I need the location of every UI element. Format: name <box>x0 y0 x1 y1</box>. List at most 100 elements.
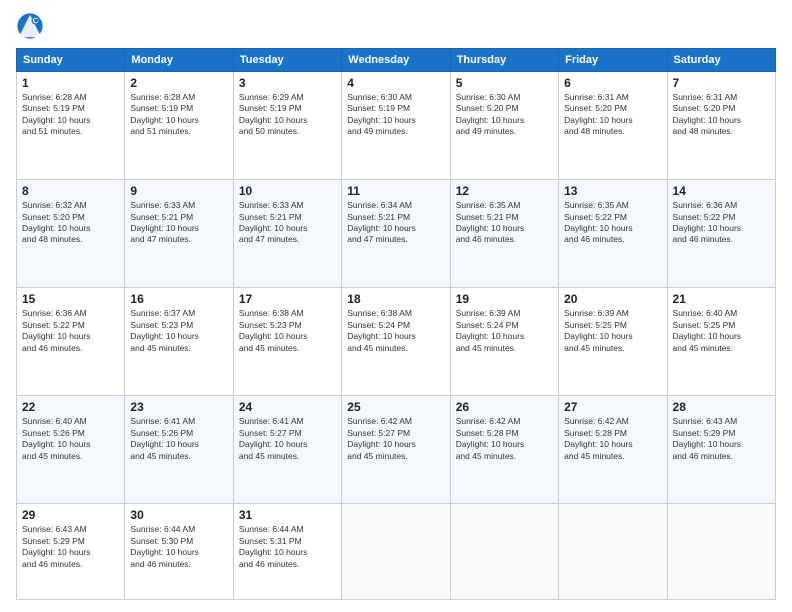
day-info: Sunrise: 6:42 AMSunset: 5:28 PMDaylight:… <box>564 416 661 462</box>
table-row: 21Sunrise: 6:40 AMSunset: 5:25 PMDayligh… <box>667 288 775 396</box>
day-info: Sunrise: 6:41 AMSunset: 5:26 PMDaylight:… <box>130 416 227 462</box>
table-row: 4Sunrise: 6:30 AMSunset: 5:19 PMDaylight… <box>342 72 450 180</box>
col-tuesday: Tuesday <box>233 49 341 72</box>
day-number: 10 <box>239 184 336 198</box>
table-row: 30Sunrise: 6:44 AMSunset: 5:30 PMDayligh… <box>125 504 233 600</box>
day-number: 5 <box>456 76 553 90</box>
table-row: 28 Sunrise: 6:43 AMSunset: 5:29 PMDayligh… <box>667 396 775 504</box>
table-row: 9 Sunrise: 6:33 AMSunset: 5:21 PMDaylight… <box>125 180 233 288</box>
calendar-table: Sunday Monday Tuesday Wednesday Thursday… <box>16 48 776 600</box>
table-row: 5 Sunrise: 6:30 AMSunset: 5:20 PMDaylight… <box>450 72 558 180</box>
day-number: 23 <box>130 400 227 414</box>
day-info: Sunrise: 6:33 AMSunset: 5:21 PMDaylight:… <box>130 200 227 246</box>
day-number: 14 <box>673 184 770 198</box>
day-info: Sunrise: 6:42 AMSunset: 5:28 PMDaylight:… <box>456 416 553 462</box>
table-row: 20 Sunrise: 6:39 AMSunset: 5:25 PMDayligh… <box>559 288 667 396</box>
day-number: 31 <box>239 508 336 522</box>
day-number: 6 <box>564 76 661 90</box>
day-info: Sunrise: 6:28 AMSunset: 5:19 PMDaylight:… <box>130 92 227 138</box>
logo <box>16 12 48 40</box>
day-info: Sunrise: 6:31 AMSunset: 5:20 PMDaylight:… <box>564 92 661 138</box>
day-info: Sunrise: 6:29 AMSunset: 5:19 PMDaylight:… <box>239 92 336 138</box>
calendar-page: Sunday Monday Tuesday Wednesday Thursday… <box>0 0 792 612</box>
day-info: Sunrise: 6:39 AMSunset: 5:25 PMDaylight:… <box>564 308 661 354</box>
day-number: 24 <box>239 400 336 414</box>
table-row: 6 Sunrise: 6:31 AMSunset: 5:20 PMDaylight… <box>559 72 667 180</box>
table-row: 13 Sunrise: 6:35 AMSunset: 5:22 PMDayligh… <box>559 180 667 288</box>
day-number: 8 <box>22 184 119 198</box>
day-number: 28 <box>673 400 770 414</box>
table-row: 27 Sunrise: 6:42 AMSunset: 5:28 PMDayligh… <box>559 396 667 504</box>
day-number: 18 <box>347 292 444 306</box>
col-saturday: Saturday <box>667 49 775 72</box>
day-info: Sunrise: 6:41 AMSunset: 5:27 PMDaylight:… <box>239 416 336 462</box>
table-row: 17 Sunrise: 6:38 AMSunset: 5:23 PMDayligh… <box>233 288 341 396</box>
day-info: Sunrise: 6:28 AMSunset: 5:19 PMDaylight:… <box>22 92 119 138</box>
day-number: 7 <box>673 76 770 90</box>
table-row: 3 Sunrise: 6:29 AMSunset: 5:19 PMDaylight… <box>233 72 341 180</box>
table-row: 10 Sunrise: 6:33 AMSunset: 5:21 PMDayligh… <box>233 180 341 288</box>
day-info: Sunrise: 6:44 AMSunset: 5:30 PMDaylight:… <box>130 524 227 570</box>
table-row <box>342 504 450 600</box>
day-number: 3 <box>239 76 336 90</box>
day-number: 1 <box>22 76 119 90</box>
table-row: 23 Sunrise: 6:41 AMSunset: 5:26 PMDayligh… <box>125 396 233 504</box>
table-row: 16Sunrise: 6:37 AMSunset: 5:23 PMDayligh… <box>125 288 233 396</box>
day-info: Sunrise: 6:31 AMSunset: 5:20 PMDaylight:… <box>673 92 770 138</box>
day-info: Sunrise: 6:36 AMSunset: 5:22 PMDaylight:… <box>673 200 770 246</box>
day-number: 9 <box>130 184 227 198</box>
table-row: 14 Sunrise: 6:36 AMSunset: 5:22 PMDayligh… <box>667 180 775 288</box>
day-info: Sunrise: 6:30 AMSunset: 5:20 PMDaylight:… <box>456 92 553 138</box>
table-row: 31 Sunrise: 6:44 AMSunset: 5:31 PMDayligh… <box>233 504 341 600</box>
day-number: 19 <box>456 292 553 306</box>
day-number: 12 <box>456 184 553 198</box>
day-info: Sunrise: 6:34 AMSunset: 5:21 PMDaylight:… <box>347 200 444 246</box>
col-sunday: Sunday <box>17 49 125 72</box>
day-number: 11 <box>347 184 444 198</box>
day-number: 25 <box>347 400 444 414</box>
table-row: 29 Sunrise: 6:43 AMSunset: 5:29 PMDayligh… <box>17 504 125 600</box>
logo-icon <box>16 12 44 40</box>
day-info: Sunrise: 6:36 AMSunset: 5:22 PMDaylight:… <box>22 308 119 354</box>
table-row: 7 Sunrise: 6:31 AMSunset: 5:20 PMDaylight… <box>667 72 775 180</box>
table-row <box>559 504 667 600</box>
day-number: 27 <box>564 400 661 414</box>
day-info: Sunrise: 6:33 AMSunset: 5:21 PMDaylight:… <box>239 200 336 246</box>
day-info: Sunrise: 6:43 AMSunset: 5:29 PMDaylight:… <box>673 416 770 462</box>
col-monday: Monday <box>125 49 233 72</box>
table-row: 15 Sunrise: 6:36 AMSunset: 5:22 PMDayligh… <box>17 288 125 396</box>
page-header <box>16 12 776 40</box>
calendar-header-row: Sunday Monday Tuesday Wednesday Thursday… <box>17 49 776 72</box>
day-info: Sunrise: 6:35 AMSunset: 5:22 PMDaylight:… <box>564 200 661 246</box>
day-number: 13 <box>564 184 661 198</box>
day-info: Sunrise: 6:32 AMSunset: 5:20 PMDaylight:… <box>22 200 119 246</box>
day-info: Sunrise: 6:39 AMSunset: 5:24 PMDaylight:… <box>456 308 553 354</box>
col-friday: Friday <box>559 49 667 72</box>
day-info: Sunrise: 6:42 AMSunset: 5:27 PMDaylight:… <box>347 416 444 462</box>
table-row: 11 Sunrise: 6:34 AMSunset: 5:21 PMDayligh… <box>342 180 450 288</box>
day-info: Sunrise: 6:40 AMSunset: 5:26 PMDaylight:… <box>22 416 119 462</box>
day-info: Sunrise: 6:30 AMSunset: 5:19 PMDaylight:… <box>347 92 444 138</box>
day-number: 2 <box>130 76 227 90</box>
table-row: 24 Sunrise: 6:41 AMSunset: 5:27 PMDayligh… <box>233 396 341 504</box>
table-row: 8 Sunrise: 6:32 AMSunset: 5:20 PMDaylight… <box>17 180 125 288</box>
day-info: Sunrise: 6:38 AMSunset: 5:24 PMDaylight:… <box>347 308 444 354</box>
day-number: 15 <box>22 292 119 306</box>
table-row <box>450 504 558 600</box>
day-number: 17 <box>239 292 336 306</box>
table-row: 22 Sunrise: 6:40 AMSunset: 5:26 PMDayligh… <box>17 396 125 504</box>
table-row: 2 Sunrise: 6:28 AMSunset: 5:19 PMDaylight… <box>125 72 233 180</box>
day-number: 16 <box>130 292 227 306</box>
day-info: Sunrise: 6:44 AMSunset: 5:31 PMDaylight:… <box>239 524 336 570</box>
day-number: 22 <box>22 400 119 414</box>
day-number: 20 <box>564 292 661 306</box>
day-info: Sunrise: 6:38 AMSunset: 5:23 PMDaylight:… <box>239 308 336 354</box>
table-row: 12Sunrise: 6:35 AMSunset: 5:21 PMDayligh… <box>450 180 558 288</box>
table-row: 25 Sunrise: 6:42 AMSunset: 5:27 PMDayligh… <box>342 396 450 504</box>
day-info: Sunrise: 6:43 AMSunset: 5:29 PMDaylight:… <box>22 524 119 570</box>
day-number: 29 <box>22 508 119 522</box>
table-row: 18 Sunrise: 6:38 AMSunset: 5:24 PMDayligh… <box>342 288 450 396</box>
table-row: 19 Sunrise: 6:39 AMSunset: 5:24 PMDayligh… <box>450 288 558 396</box>
day-info: Sunrise: 6:40 AMSunset: 5:25 PMDaylight:… <box>673 308 770 354</box>
table-row: 26Sunrise: 6:42 AMSunset: 5:28 PMDayligh… <box>450 396 558 504</box>
